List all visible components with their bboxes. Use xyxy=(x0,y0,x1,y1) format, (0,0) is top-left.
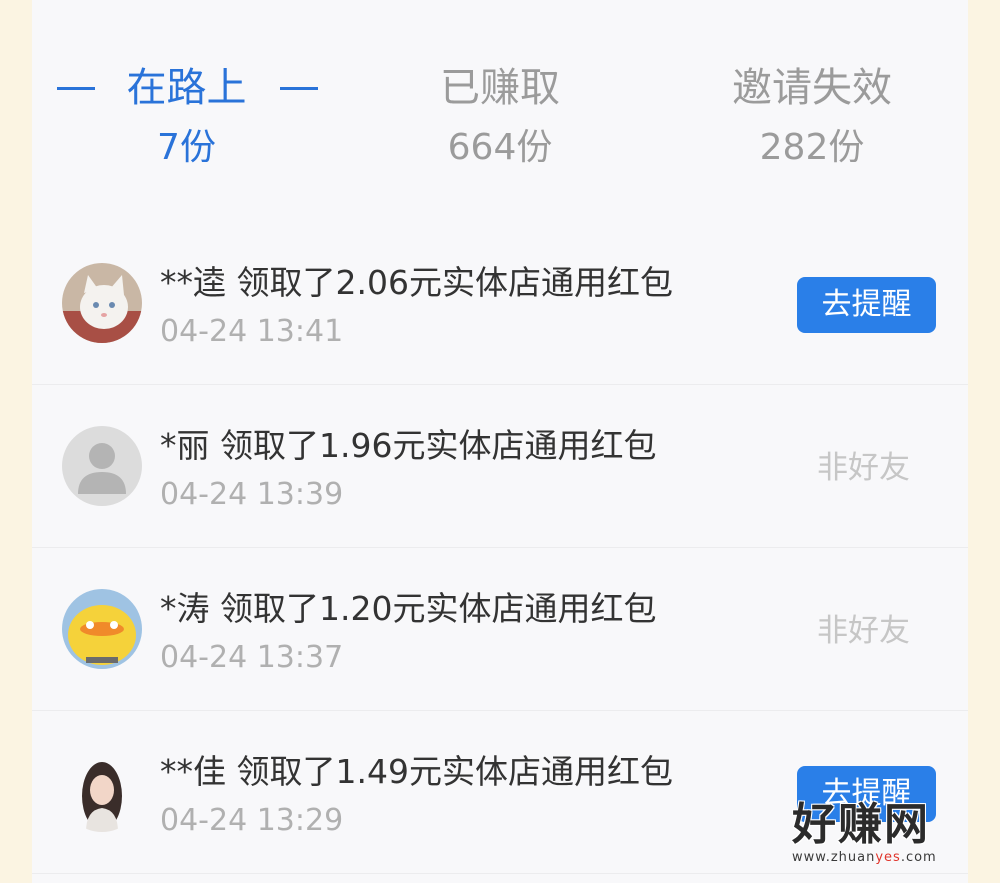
tab-on-the-way[interactable]: 在路上 7份 xyxy=(104,58,269,178)
content-card: 在路上 7份 已赚取 664份 邀请失效 282份 **逵 领取了2.06元实体… xyxy=(32,0,968,883)
tab-label: 邀请失效 xyxy=(732,65,892,111)
remind-button[interactable]: 去提醒 xyxy=(797,277,936,333)
site-watermark-logo: 好赚网 www.zhuanyes.com xyxy=(792,800,982,872)
record-title: *丽 领取了1.96元实体店通用红包 xyxy=(160,426,657,465)
record-text: **佳 领取了1.49元实体店通用红包 04-24 13:29 xyxy=(160,747,673,845)
record-title: **佳 领取了1.49元实体店通用红包 xyxy=(160,752,673,791)
tab-count: 282份 xyxy=(759,127,865,168)
record-time: 04-24 13:41 xyxy=(160,314,344,349)
record-time: 04-24 13:37 xyxy=(160,640,344,675)
tab-earned[interactable]: 已赚取 664份 xyxy=(410,58,590,178)
record-time: 04-24 13:39 xyxy=(160,477,344,512)
tab-label: 已赚取 xyxy=(440,65,560,111)
non-friend-status: 非好友 xyxy=(817,613,910,649)
record-time: 04-24 13:29 xyxy=(160,803,344,838)
non-friend-status: 非好友 xyxy=(817,450,910,486)
record-title: *涛 领取了1.20元实体店通用红包 xyxy=(160,589,657,628)
tab-count: 664份 xyxy=(447,127,553,168)
list-item: *涛 领取了1.20元实体店通用红包 04-24 13:37 非好友 xyxy=(32,548,968,711)
watermark-url-part: .com xyxy=(900,850,937,865)
tab-label: 在路上 xyxy=(126,65,247,111)
list-item: *丽 领取了1.96元实体店通用红包 04-24 13:39 非好友 xyxy=(32,385,968,548)
tab-count: 7份 xyxy=(157,127,216,168)
record-text: *丽 领取了1.96元实体店通用红包 04-24 13:39 xyxy=(160,421,656,519)
watermark-main-text: 好赚网 xyxy=(792,799,930,850)
girl-photo-avatar xyxy=(62,752,142,832)
reward-list: **逵 领取了2.06元实体店通用红包 04-24 13:41 去提醒 *丽 领… xyxy=(32,222,968,874)
record-text: *涛 领取了1.20元实体店通用红包 04-24 13:37 xyxy=(160,584,656,682)
tab-bar: 在路上 7份 已赚取 664份 邀请失效 282份 xyxy=(32,0,968,215)
default-person-avatar xyxy=(62,426,142,506)
record-text: **逵 领取了2.06元实体店通用红包 04-24 13:41 xyxy=(160,258,673,356)
watermark-url: www.zhuanyes.com xyxy=(792,850,982,866)
record-title: **逵 领取了2.06元实体店通用红包 xyxy=(160,263,673,302)
cartoon-duck-avatar xyxy=(62,589,142,669)
watermark-url-highlight: yes xyxy=(875,850,901,865)
watermark-url-part: www.zhuan xyxy=(792,850,876,865)
tab-invite-expired[interactable]: 邀请失效 282份 xyxy=(712,58,912,178)
list-item: **逵 领取了2.06元实体店通用红包 04-24 13:41 去提醒 xyxy=(32,222,968,385)
active-tab-right-dash xyxy=(280,87,318,90)
active-tab-left-dash xyxy=(57,87,95,90)
white-cat-avatar xyxy=(62,263,142,343)
